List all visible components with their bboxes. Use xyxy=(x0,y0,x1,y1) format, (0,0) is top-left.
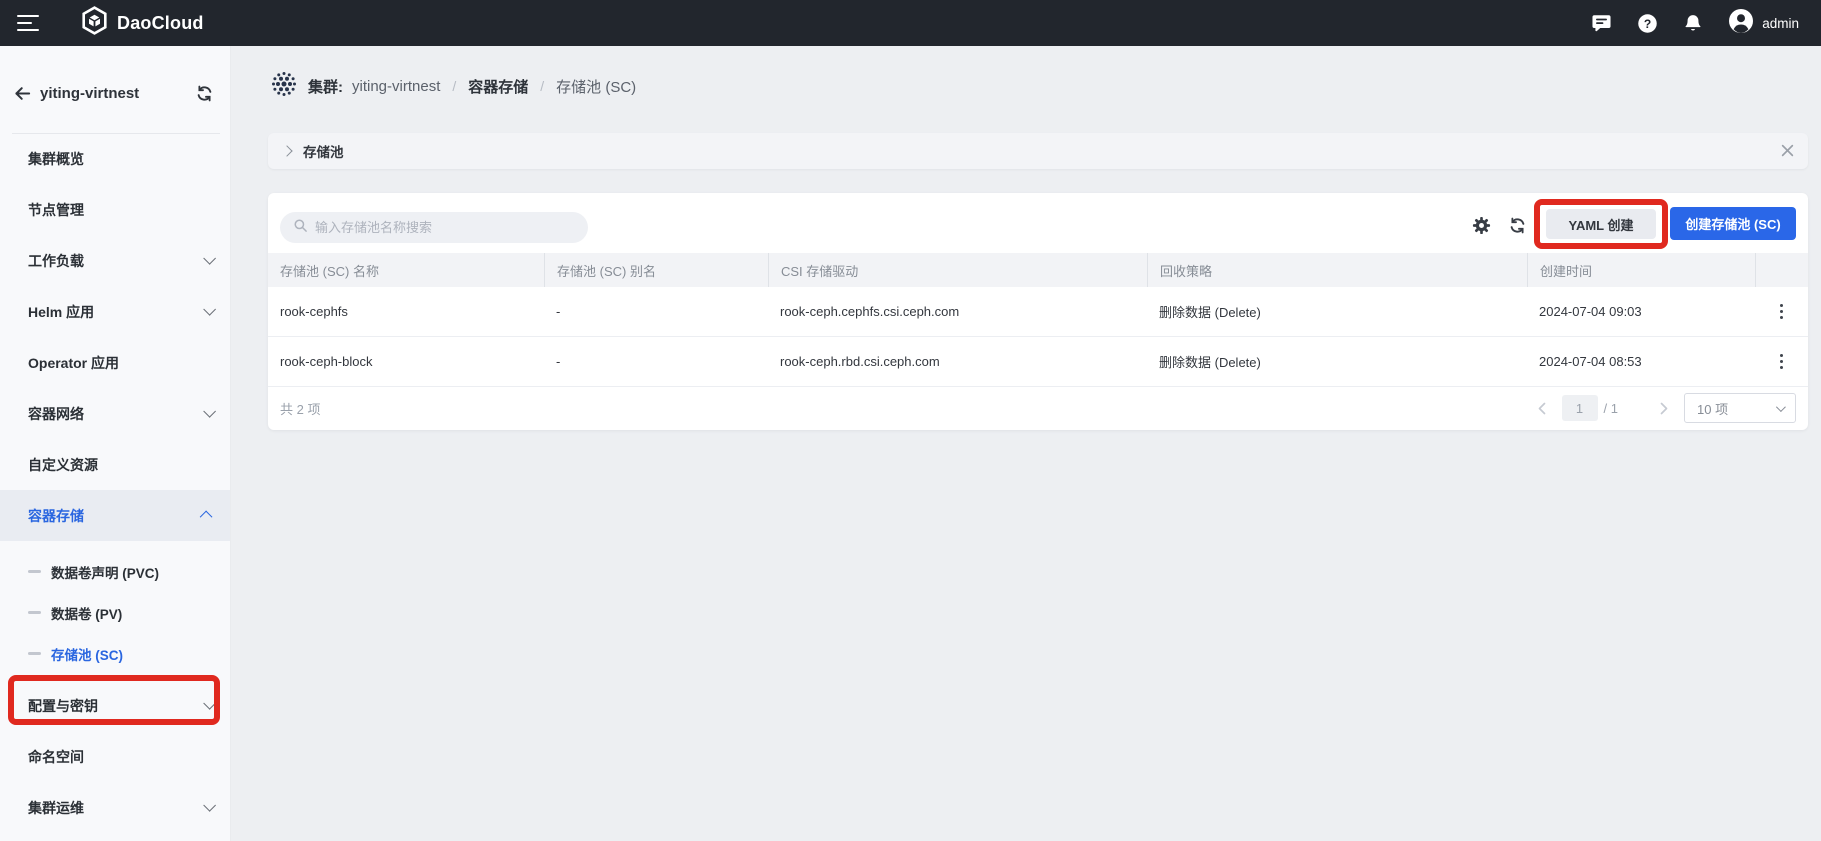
sidebar-item-node-management[interactable]: 节点管理 xyxy=(0,184,230,235)
container-storage-submenu: 数据卷声明 (PVC) 数据卷 (PV) 存储池 (SC) xyxy=(0,541,230,680)
table-row: rook-cephfs - rook-ceph.cephfs.csi.ceph.… xyxy=(268,287,1808,337)
sidebar-item-cluster-overview[interactable]: 集群概览 xyxy=(0,133,230,184)
sc-created-at: 2024-07-04 08:53 xyxy=(1527,337,1755,386)
chevron-down-icon xyxy=(1776,402,1786,412)
brand: DaoCloud xyxy=(81,6,204,40)
sc-alias: - xyxy=(544,287,768,336)
toolbar: YAML 创建 创建存储池 (SC) xyxy=(268,193,1808,253)
sc-reclaim-policy: 删除数据 (Delete) xyxy=(1147,337,1527,386)
page-size-value: 10 项 xyxy=(1697,399,1728,418)
chat-icon[interactable] xyxy=(1590,12,1612,34)
column-header-alias: 存储池 (SC) 别名 xyxy=(544,253,768,287)
column-header-name: 存储池 (SC) 名称 xyxy=(268,253,544,287)
breadcrumb-section[interactable]: 容器存储 xyxy=(468,76,528,97)
sidebar-item-operator-apps[interactable]: Operator 应用 xyxy=(0,337,230,388)
sc-name: rook-ceph-block xyxy=(268,337,544,386)
user-menu[interactable]: admin xyxy=(1728,8,1799,39)
breadcrumb-separator: / xyxy=(449,78,459,94)
chevron-down-icon xyxy=(203,303,216,316)
column-header-actions xyxy=(1755,253,1808,287)
sidebar-item-namespaces[interactable]: 命名空间 xyxy=(0,731,230,782)
dash-icon xyxy=(28,611,41,614)
svg-text:?: ? xyxy=(1644,16,1651,30)
total-pages: / 1 xyxy=(1604,401,1618,416)
kebab-menu-icon[interactable] xyxy=(1776,300,1787,323)
chevron-down-icon xyxy=(203,252,216,265)
current-page-box[interactable]: 1 xyxy=(1562,395,1598,421)
sidebar-item-storage-pool-sc[interactable]: 存储池 (SC) xyxy=(0,633,230,674)
search-icon xyxy=(293,218,308,238)
cluster-name: yiting-virtnest xyxy=(40,85,139,102)
hamburger-icon[interactable] xyxy=(17,15,41,31)
prev-page-icon[interactable] xyxy=(1534,396,1550,420)
topbar-right: ? admin xyxy=(1590,8,1821,39)
brand-name: DaoCloud xyxy=(117,13,204,34)
sidebar-item-pvc[interactable]: 数据卷声明 (PVC) xyxy=(0,551,230,592)
sidebar-item-config-secrets[interactable]: 配置与密钥 xyxy=(0,680,230,731)
breadcrumb-separator: / xyxy=(537,78,547,94)
username: admin xyxy=(1762,16,1799,31)
search-input[interactable] xyxy=(315,220,565,235)
cluster-refresh-icon[interactable] xyxy=(195,84,214,108)
sidebar-item-custom-resources[interactable]: 自定义资源 xyxy=(0,439,230,490)
sidebar-item-cluster-ops[interactable]: 集群运维 xyxy=(0,782,230,833)
create-storage-class-button[interactable]: 创建存储池 (SC) xyxy=(1670,207,1796,240)
sc-csi-driver: rook-ceph.rbd.csi.ceph.com xyxy=(768,337,1147,386)
chevron-down-icon xyxy=(203,799,216,812)
daocloud-logo xyxy=(81,6,108,40)
sidebar-item-helm-apps[interactable]: Helm 应用 xyxy=(0,286,230,337)
refresh-icon[interactable] xyxy=(1507,215,1527,235)
table-header: 存储池 (SC) 名称 存储池 (SC) 别名 CSI 存储驱动 回收策略 创建… xyxy=(268,253,1808,287)
chevron-up-icon xyxy=(200,511,213,524)
help-icon[interactable]: ? xyxy=(1636,12,1658,34)
breadcrumb-prefix: 集群: xyxy=(308,76,343,97)
column-header-reclaim-policy: 回收策略 xyxy=(1147,253,1527,287)
topbar: DaoCloud ? admin xyxy=(0,0,1821,46)
sc-reclaim-policy: 删除数据 (Delete) xyxy=(1147,287,1527,336)
pagination: 1 / 1 10 项 xyxy=(1534,393,1796,423)
sc-csi-driver: rook-ceph.cephfs.csi.ceph.com xyxy=(768,287,1147,336)
sidebar-nav: 集群概览 节点管理 工作负载 Helm 应用 Operator 应用 容器网络 … xyxy=(0,133,230,833)
sidebar-item-pv[interactable]: 数据卷 (PV) xyxy=(0,592,230,633)
table-footer: 共 2 项 1 / 1 10 项 xyxy=(268,387,1808,429)
gear-icon[interactable] xyxy=(1471,215,1491,235)
storage-pool-banner[interactable]: 存储池 xyxy=(268,133,1808,169)
chevron-down-icon xyxy=(203,697,216,710)
kebab-menu-icon[interactable] xyxy=(1776,350,1787,373)
column-header-csi-driver: CSI 存储驱动 xyxy=(768,253,1147,287)
chevron-down-icon xyxy=(203,405,216,418)
table-row: rook-ceph-block - rook-ceph.rbd.csi.ceph… xyxy=(268,337,1808,387)
sidebar-item-workloads[interactable]: 工作负载 xyxy=(0,235,230,286)
sc-alias: - xyxy=(544,337,768,386)
sc-created-at: 2024-07-04 09:03 xyxy=(1527,287,1755,336)
sidebar-header: yiting-virtnest xyxy=(0,46,230,133)
banner-title: 存储池 xyxy=(303,141,344,161)
sidebar-item-container-network[interactable]: 容器网络 xyxy=(0,388,230,439)
breadcrumb-cluster[interactable]: yiting-virtnest xyxy=(352,78,440,95)
bell-icon[interactable] xyxy=(1682,12,1704,34)
sidebar-item-container-storage[interactable]: 容器存储 xyxy=(0,490,230,541)
yaml-create-button[interactable]: YAML 创建 xyxy=(1546,209,1656,239)
page-size-select[interactable]: 10 项 xyxy=(1684,393,1796,423)
sidebar: yiting-virtnest 集群概览 节点管理 工作负载 Helm 应用 O… xyxy=(0,46,231,841)
storage-class-card: YAML 创建 创建存储池 (SC) 存储池 (SC) 名称 存储池 (SC) … xyxy=(268,193,1808,430)
total-count: 共 2 项 xyxy=(280,399,320,418)
main-content: 集群: yiting-virtnest / 容器存储 / 存储池 (SC) 存储… xyxy=(231,46,1821,841)
breadcrumb-current: 存储池 (SC) xyxy=(556,76,636,97)
close-icon[interactable] xyxy=(1781,144,1794,162)
sc-name: rook-cephfs xyxy=(268,287,544,336)
back-arrow-icon[interactable] xyxy=(13,84,32,108)
column-header-created-at: 创建时间 xyxy=(1527,253,1755,287)
breadcrumb: 集群: yiting-virtnest / 容器存储 / 存储池 (SC) xyxy=(269,64,636,108)
page: DaoCloud ? admin yitin xyxy=(0,0,1821,841)
chevron-right-icon xyxy=(281,145,292,156)
search-box xyxy=(280,212,588,243)
dash-icon xyxy=(28,652,41,655)
next-page-icon[interactable] xyxy=(1656,396,1672,420)
dash-icon xyxy=(28,570,41,573)
user-avatar xyxy=(1728,8,1754,39)
cluster-dots-icon xyxy=(269,69,299,104)
